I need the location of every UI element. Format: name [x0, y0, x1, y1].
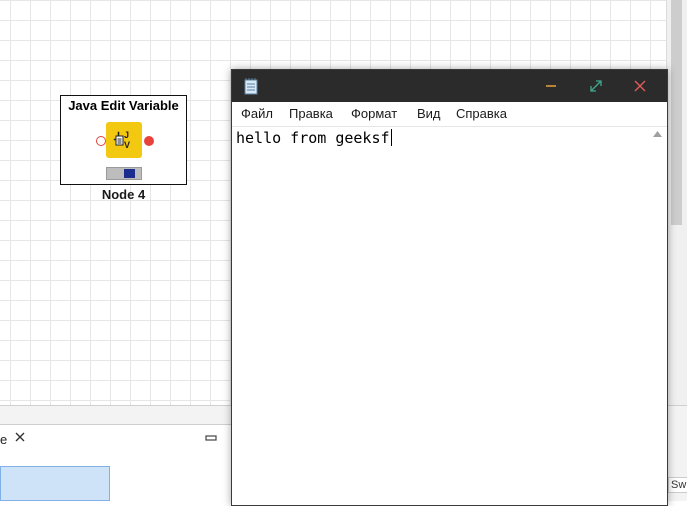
- java-edit-variable-icon[interactable]: ⅃ J V: [106, 122, 142, 158]
- menu-bar: Файл Правка Формат Вид Справка: [232, 102, 667, 127]
- bottom-tab-label: e: [0, 432, 8, 447]
- bottom-tab[interactable]: e: [0, 424, 232, 455]
- bottom-panel-content: [0, 454, 232, 501]
- text-caret: [390, 129, 392, 146]
- scroll-up-icon[interactable]: [653, 131, 662, 137]
- status-light: [124, 169, 135, 178]
- maximize-button[interactable]: [574, 70, 618, 102]
- editor-content: hello from geeksf: [236, 129, 390, 147]
- canvas-scrollbar[interactable]: [666, 0, 687, 405]
- notepad-window[interactable]: Файл Правка Формат Вид Справка hello fro…: [231, 69, 668, 506]
- scrollbar-thumb[interactable]: [671, 0, 682, 225]
- status-label: Sw: [668, 477, 687, 493]
- selected-item[interactable]: [0, 466, 110, 501]
- menu-edit[interactable]: Правка: [289, 106, 333, 121]
- node-status-indicator: [106, 167, 142, 180]
- minimize-icon: [546, 85, 556, 87]
- menu-view[interactable]: Вид: [417, 106, 441, 121]
- menu-file[interactable]: Файл: [241, 106, 273, 121]
- minimize-button[interactable]: [529, 70, 573, 102]
- maximize-icon: [590, 80, 602, 92]
- java-edit-variable-node[interactable]: Java Edit Variable ⅃ J V: [60, 95, 187, 185]
- svg-text:V: V: [124, 140, 130, 150]
- node-output-port[interactable]: [144, 136, 154, 146]
- svg-text:J: J: [124, 130, 129, 140]
- editor-text[interactable]: hello from geeksf: [236, 129, 392, 147]
- notepad-icon: [242, 77, 260, 95]
- minimize-icon[interactable]: [205, 430, 217, 446]
- menu-format[interactable]: Формат: [351, 106, 397, 121]
- node-title: Java Edit Variable: [68, 98, 179, 113]
- close-button[interactable]: [618, 70, 662, 102]
- close-icon: [634, 80, 646, 92]
- text-editor[interactable]: hello from geeksf: [232, 127, 649, 505]
- close-icon[interactable]: [14, 430, 26, 446]
- node-input-port[interactable]: [96, 136, 106, 146]
- vertical-scrollbar[interactable]: [649, 127, 666, 505]
- title-bar[interactable]: [232, 70, 667, 102]
- node-label[interactable]: Node 4: [60, 187, 187, 202]
- menu-help[interactable]: Справка: [456, 106, 507, 121]
